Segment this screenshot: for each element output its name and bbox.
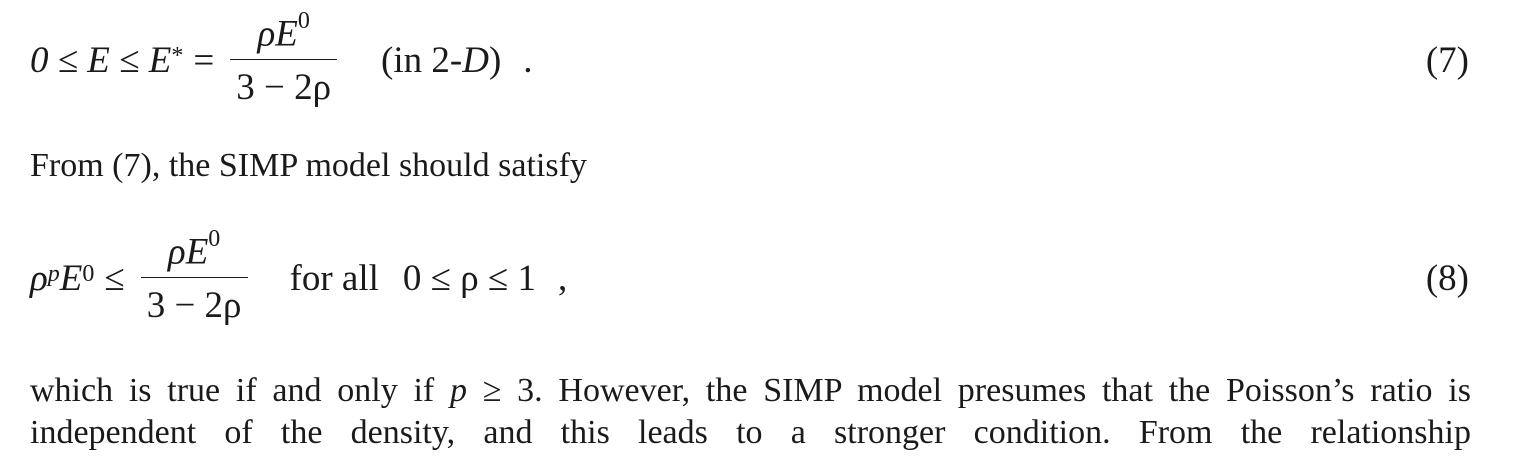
line1-part-b: ≥ 3. However, the SIMP model presumes th… bbox=[466, 372, 1471, 409]
paragraph-from-7: From (7), the SIMP model should satisfy bbox=[30, 147, 587, 184]
equation-8-number: (8) bbox=[1425, 258, 1469, 300]
eq8-E-sup: 0 bbox=[82, 261, 95, 288]
eq7-equals: = bbox=[193, 40, 215, 82]
line1-part-a: which is true if and only if bbox=[30, 372, 450, 409]
eq8-range: 0 ≤ ρ ≤ 1 bbox=[402, 258, 536, 300]
eq8-p: p bbox=[47, 261, 60, 288]
eq8-numerator: ρE0 bbox=[162, 226, 226, 277]
line1-p: p bbox=[449, 372, 467, 409]
eq8-denominator: 3 − 2ρ bbox=[140, 277, 248, 327]
eq8-num-E: E bbox=[185, 231, 209, 273]
equation-7-math: 0 ≤ E ≤ E * = ρE0 3 − 2ρ (in 2-D) . bbox=[30, 8, 533, 109]
eq7-note-open: (in 2- bbox=[381, 40, 463, 82]
paragraph-which-is-true: which is true if and only if p ≥ 3. Howe… bbox=[30, 370, 1471, 454]
eq8-for-all: for all bbox=[289, 258, 379, 300]
paragraph-line-1: which is true if and only if p ≥ 3. Howe… bbox=[30, 370, 1471, 412]
eq7-numerator: ρE0 bbox=[251, 8, 315, 59]
equation-8-math: ρpE0 ≤ ρE0 3 − 2ρ for all 0 ≤ ρ ≤ 1 , bbox=[30, 226, 568, 327]
eq8-fraction: ρE0 3 − 2ρ bbox=[140, 226, 248, 327]
eq7-num-sup: 0 bbox=[297, 8, 310, 34]
eq7-num-E: E bbox=[275, 13, 298, 55]
eq7-lhs: 0 ≤ E ≤ E bbox=[30, 40, 172, 82]
equation-8: ρpE0 ≤ ρE0 3 − 2ρ for all 0 ≤ ρ ≤ 1 , (8… bbox=[30, 226, 1523, 327]
eq8-comma: , bbox=[557, 258, 568, 300]
eq8-rho: ρ bbox=[30, 258, 48, 300]
eq8-num-sup: 0 bbox=[208, 226, 221, 252]
eq7-note: (in 2-D) bbox=[381, 39, 501, 82]
eq7-denominator: 3 − 2ρ bbox=[230, 59, 338, 109]
equation-7-number: (7) bbox=[1425, 40, 1469, 82]
eq7-fraction: ρE0 3 − 2ρ bbox=[230, 8, 338, 109]
eq7-num-rho: ρ bbox=[257, 13, 276, 55]
eq7-star: * bbox=[171, 43, 184, 70]
eq7-note-close: ) bbox=[488, 40, 502, 82]
eq8-num-rho: ρ bbox=[167, 231, 186, 273]
equation-7: 0 ≤ E ≤ E * = ρE0 3 − 2ρ (in 2-D) . (7) bbox=[30, 8, 1523, 109]
eq7-period: . bbox=[523, 40, 533, 82]
paragraph-line-2: independent of the density, and this lea… bbox=[30, 414, 1471, 451]
eq7-note-D: D bbox=[462, 40, 489, 82]
eq8-E: E bbox=[59, 258, 83, 300]
eq8-leq: ≤ bbox=[104, 258, 125, 300]
